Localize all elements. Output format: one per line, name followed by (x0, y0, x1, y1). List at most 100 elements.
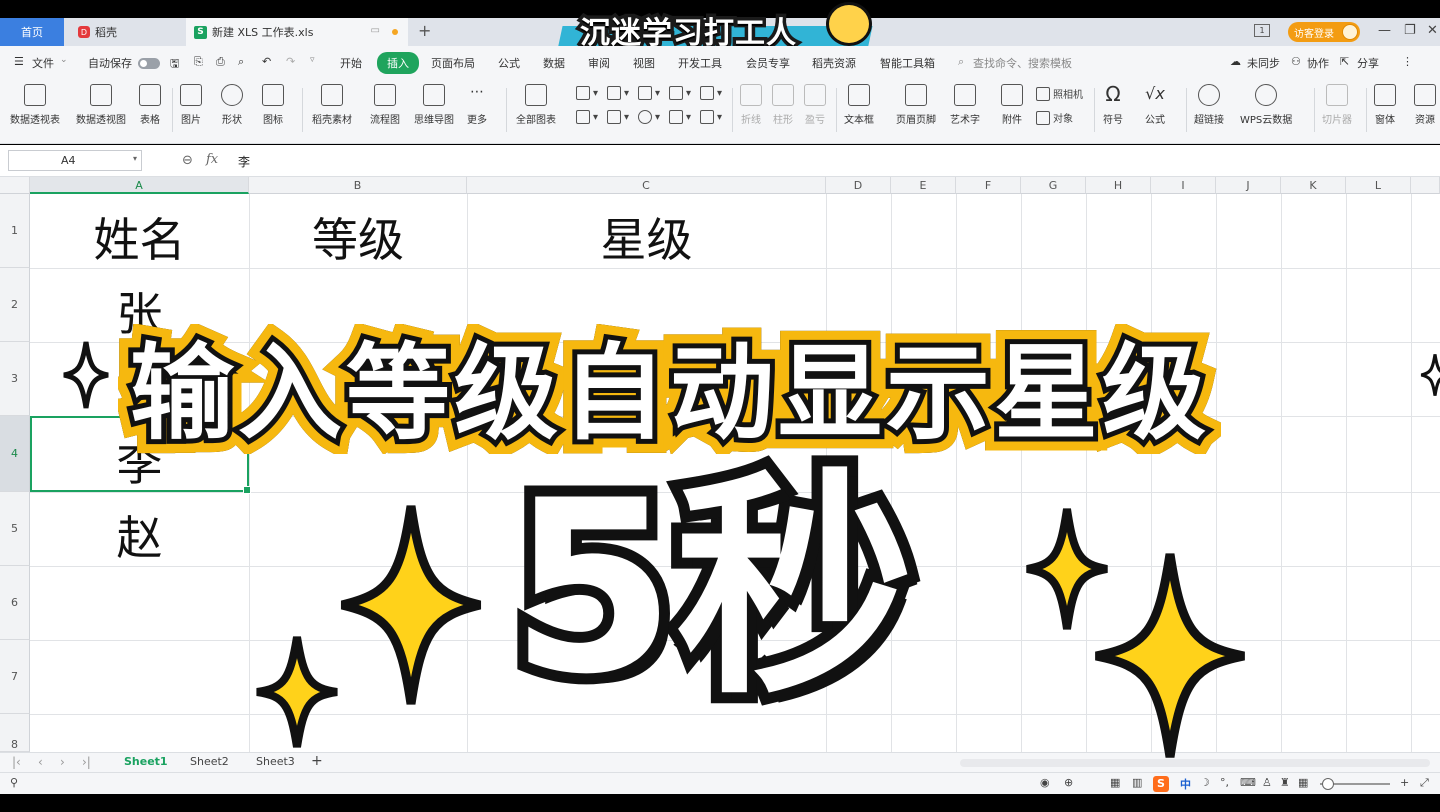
column-header[interactable]: I (1151, 177, 1216, 194)
column-header[interactable]: C (467, 177, 826, 194)
unsync-button[interactable]: 未同步 (1247, 55, 1280, 71)
flowchart-button[interactable]: 流程图 (370, 84, 400, 126)
menu-smart-toolbox[interactable]: 智能工具箱 (880, 55, 935, 71)
row-header[interactable]: 2 (0, 268, 30, 342)
sheet-tab-2[interactable]: Sheet2 (190, 755, 229, 768)
area-chart-dropdown[interactable]: ▾ (576, 110, 598, 124)
menu-insert[interactable]: 插入 (377, 52, 419, 74)
function-icon[interactable]: fx (206, 152, 218, 167)
daoke-material-button[interactable]: 稻壳素材 (312, 84, 352, 126)
guest-login-button[interactable]: 访客登录 (1288, 22, 1360, 42)
waterfall-chart-dropdown[interactable]: ▾ (700, 110, 722, 124)
icon-button[interactable]: 图标 (262, 84, 284, 126)
sparkline-column-button[interactable]: 柱形 (772, 84, 794, 126)
column-header[interactable]: L (1346, 177, 1411, 194)
shirt-icon[interactable]: ♜ (1280, 776, 1290, 789)
menu-member[interactable]: 会员专享 (746, 55, 790, 71)
menu-view[interactable]: 视图 (633, 55, 655, 71)
textbox-button[interactable]: 文本框 (844, 84, 874, 126)
attachment-button[interactable]: 附件 (1001, 84, 1023, 126)
grid-icon[interactable]: ▦ (1298, 776, 1308, 789)
chevron-down-icon[interactable]: ▾ (133, 154, 137, 163)
sparkline-line-button[interactable]: 折线 (740, 84, 762, 126)
add-sheet-button[interactable]: + (311, 753, 323, 769)
more-icon[interactable]: ⋮ (1402, 55, 1413, 68)
object-button[interactable]: 对象 (1036, 110, 1073, 125)
stock-chart-dropdown[interactable]: ▾ (700, 86, 722, 100)
fullscreen-icon[interactable]: ⤢ (1420, 776, 1429, 790)
wps-cloud-data-button[interactable]: WPS云数据 (1240, 84, 1292, 126)
punctuation-icon[interactable]: °, (1220, 776, 1229, 789)
name-box[interactable]: A4 ▾ (8, 150, 142, 171)
menu-formulas[interactable]: 公式 (498, 55, 520, 71)
eye-protection-icon[interactable]: ◉ (1040, 776, 1050, 789)
bar-chart-dropdown[interactable]: ▾ (607, 86, 629, 100)
scatter-chart-dropdown[interactable]: ▾ (669, 110, 691, 124)
row-header[interactable]: 3 (0, 342, 30, 416)
row-header[interactable]: 6 (0, 566, 30, 640)
line-chart-dropdown[interactable]: ▾ (638, 86, 660, 100)
pivot-chart-button[interactable]: 数据透视图 (76, 84, 126, 126)
column-header[interactable]: A (30, 177, 249, 194)
accessibility-icon[interactable]: ⚲ (10, 776, 18, 789)
share-button[interactable]: 分享 (1357, 55, 1379, 71)
radar-chart-dropdown[interactable]: ▾ (669, 86, 691, 100)
autosave-toggle[interactable] (138, 58, 160, 69)
row-header[interactable]: 1 (0, 194, 30, 268)
slicer-button[interactable]: 切片器 (1322, 84, 1352, 126)
cell-a1[interactable]: 姓名 (30, 204, 249, 270)
column-header[interactable]: F (956, 177, 1021, 194)
tab-home[interactable]: 首页 (0, 18, 64, 46)
row-header[interactable]: 8 (0, 714, 30, 752)
column-header[interactable] (1411, 177, 1440, 194)
equation-button[interactable]: √x 公式 (1144, 84, 1166, 126)
sogou-ime-icon[interactable]: S (1153, 776, 1169, 792)
person-icon[interactable]: ♙ (1262, 776, 1272, 789)
window-count-icon[interactable]: 1 (1254, 24, 1270, 37)
form-button[interactable]: 窗体 (1374, 84, 1396, 126)
first-sheet-icon[interactable]: |‹ (12, 755, 21, 769)
prev-sheet-icon[interactable]: ‹ (38, 755, 43, 769)
symbol-button[interactable]: Ω 符号 (1102, 84, 1124, 126)
last-sheet-icon[interactable]: ›| (82, 755, 91, 769)
wordart-button[interactable]: 艺术字 (950, 84, 980, 126)
column-header[interactable]: H (1086, 177, 1151, 194)
minimize-icon[interactable]: — (1378, 23, 1391, 38)
hyperlink-button[interactable]: 超链接 (1194, 84, 1224, 126)
new-tab-button[interactable]: + (418, 21, 431, 40)
cell-a5[interactable]: 赵 (30, 502, 249, 568)
collab-button[interactable]: 协作 (1307, 55, 1329, 71)
keyboard-icon[interactable]: ⌨ (1240, 776, 1256, 789)
moon-icon[interactable]: ☽ (1200, 776, 1210, 789)
column-header[interactable]: D (826, 177, 891, 194)
more-button[interactable]: ⋯ 更多 (466, 84, 488, 126)
shape-button[interactable]: 形状 (221, 84, 243, 126)
zoom-icon[interactable]: ⊖ (182, 153, 193, 168)
cell-c1[interactable]: 星级 (467, 204, 826, 270)
header-footer-button[interactable]: 页眉页脚 (896, 84, 936, 126)
formula-input[interactable]: 李 (230, 150, 1430, 171)
zoom-slider[interactable] (1320, 778, 1390, 790)
camera-button[interactable]: 照相机 (1036, 86, 1083, 101)
mindmap-button[interactable]: 思维导图 (414, 84, 454, 126)
hamburger-icon[interactable]: ☰ (14, 55, 24, 68)
menu-developer[interactable]: 开发工具 (678, 55, 722, 71)
preview-icon[interactable]: ⌕ (238, 55, 244, 69)
select-all-corner[interactable] (0, 177, 30, 194)
pivot-table-button[interactable]: 数据透视表 (10, 84, 60, 126)
close-icon[interactable]: ✕ (1427, 23, 1438, 38)
file-menu[interactable]: 文件 (32, 55, 54, 71)
column-header[interactable]: J (1216, 177, 1281, 194)
print-icon[interactable]: ⎙ (216, 55, 225, 69)
export-icon[interactable]: ⎘ (194, 55, 203, 69)
zoom-in-icon[interactable]: + (1400, 776, 1409, 789)
tab-document[interactable]: S 新建 XLS 工作表.xls ▭ (186, 18, 408, 46)
normal-view-icon[interactable]: ▦ (1110, 776, 1120, 789)
column-header[interactable]: E (891, 177, 956, 194)
tab-daoke[interactable]: D 稻壳 (66, 18, 184, 46)
cell-b1[interactable]: 等级 (249, 204, 467, 270)
column-chart-dropdown[interactable]: ▾ (576, 86, 598, 100)
sheet-tab-1[interactable]: Sheet1 (124, 755, 168, 768)
menu-review[interactable]: 审阅 (588, 55, 610, 71)
redo-icon[interactable]: ↷ (286, 55, 295, 68)
